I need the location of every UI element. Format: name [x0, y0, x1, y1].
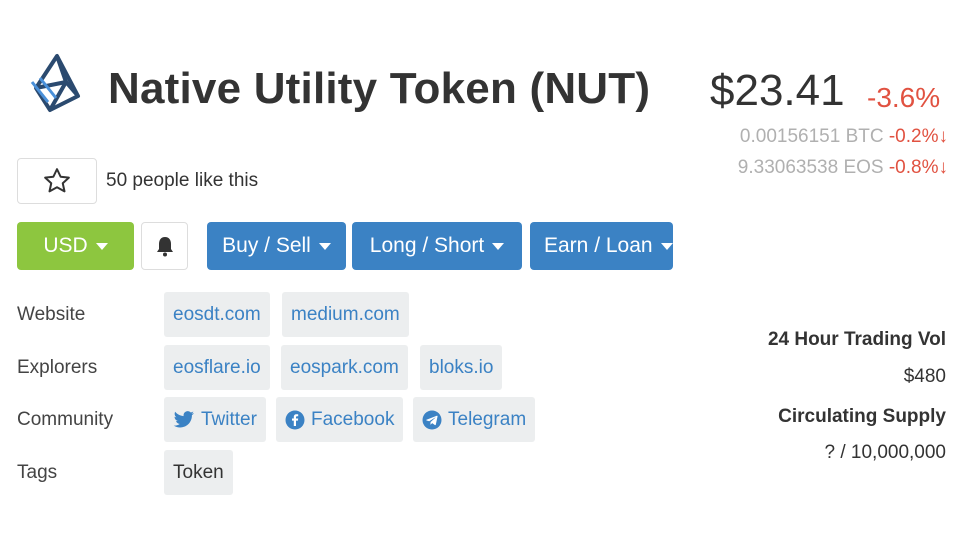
website-link-medium[interactable]: medium.com — [282, 292, 409, 337]
supply-value: ? / 10,000,000 — [824, 442, 947, 463]
favorite-button[interactable] — [17, 158, 97, 204]
facebook-label: Facebook — [311, 408, 395, 430]
earn-loan-label: Earn / Loan — [544, 234, 653, 257]
btc-change: -0.2% — [888, 126, 939, 147]
explorers-label: Explorers — [17, 357, 98, 378]
community-link-facebook[interactable]: Facebook — [276, 397, 404, 442]
supply-label: Circulating Supply — [778, 406, 946, 427]
currency-dropdown[interactable]: USD — [17, 222, 134, 270]
caret-down-icon — [660, 242, 673, 250]
btc-price-row: 0.00156151 BTC -0.2%↓ — [740, 126, 948, 148]
telegram-icon — [422, 410, 442, 429]
telegram-label: Telegram — [448, 408, 527, 430]
price-alert-button[interactable] — [141, 222, 188, 270]
explorer-link-eospark[interactable]: eospark.com — [281, 345, 408, 390]
token-price: $23.41 — [710, 66, 845, 115]
eos-price-row: 9.33063538 EOS -0.8%↓ — [738, 157, 948, 179]
currency-label: USD — [43, 234, 88, 257]
community-link-telegram[interactable]: Telegram — [413, 397, 536, 442]
caret-down-icon — [492, 242, 505, 250]
buy-sell-dropdown[interactable]: Buy / Sell — [207, 222, 346, 270]
down-arrow-icon: ↓ — [938, 126, 949, 147]
community-label: Community — [17, 409, 114, 430]
eos-price: 9.33063538 EOS — [737, 157, 884, 178]
caret-down-icon — [318, 242, 331, 250]
likes-count: 50 people like this — [106, 170, 259, 191]
website-label: Website — [17, 304, 86, 325]
tag-token[interactable]: Token — [164, 450, 233, 495]
long-short-label: Long / Short — [369, 234, 485, 257]
twitter-icon — [173, 410, 194, 427]
community-link-twitter[interactable]: Twitter — [164, 397, 266, 442]
long-short-dropdown[interactable]: Long / Short — [352, 222, 522, 270]
earn-loan-dropdown[interactable]: Earn / Loan — [530, 222, 673, 270]
volume-value: $480 — [903, 366, 946, 387]
token-logo — [28, 52, 86, 116]
tags-label: Tags — [17, 462, 58, 483]
explorer-link-eosflare[interactable]: eosflare.io — [164, 345, 270, 390]
buy-sell-label: Buy / Sell — [222, 234, 311, 257]
bell-icon — [156, 237, 173, 257]
down-arrow-icon: ↓ — [938, 157, 949, 178]
page-title: Native Utility Token (NUT) — [108, 64, 651, 113]
twitter-label: Twitter — [201, 408, 257, 430]
price-change: -3.6% — [867, 82, 941, 113]
star-icon — [44, 168, 70, 193]
eos-change: -0.8% — [888, 157, 939, 178]
btc-price: 0.00156151 BTC — [739, 126, 884, 147]
explorer-link-bloks[interactable]: bloks.io — [420, 345, 503, 390]
website-link-eosdt[interactable]: eosdt.com — [164, 292, 270, 337]
volume-label: 24 Hour Trading Vol — [767, 329, 946, 350]
facebook-icon — [285, 410, 305, 429]
caret-down-icon — [95, 242, 108, 250]
